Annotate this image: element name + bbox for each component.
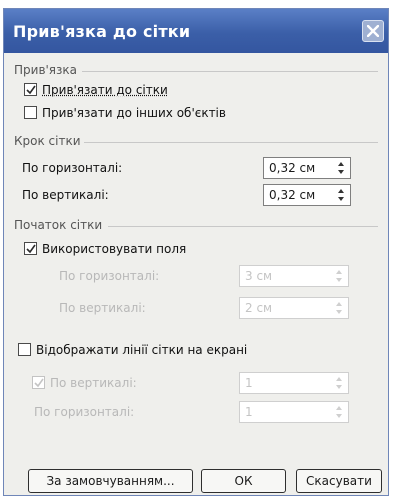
spacing-vertical-label: По вертикалі: (22, 188, 109, 202)
origin-horizontal-value: 3 см (245, 269, 273, 283)
title-bar: Прив'язка до сітки (4, 9, 388, 53)
snap-section-label: Прив'язка (14, 63, 78, 77)
spacing-horizontal-spinner[interactable]: 0,32 см (263, 157, 351, 179)
display-vertical-spinner[interactable]: 1 (239, 372, 349, 394)
close-icon (367, 25, 379, 37)
origin-section-label: Початок сітки (14, 218, 103, 232)
spin-arrows-icon (336, 406, 342, 418)
snap-to-grid-checkbox[interactable] (24, 83, 37, 96)
spin-arrows-icon[interactable] (334, 159, 348, 177)
ok-button[interactable]: ОК (201, 469, 286, 493)
display-vertical-value: 1 (245, 376, 253, 390)
checkmark-icon (34, 378, 44, 388)
display-horizontal-spinner[interactable]: 1 (239, 401, 349, 423)
spin-arrows-icon (336, 270, 342, 282)
spin-arrows-icon (336, 377, 342, 389)
origin-section-divider (108, 226, 378, 227)
snap-section-divider (82, 71, 378, 72)
checkmark-icon (26, 244, 36, 254)
spacing-vertical-value: 0,32 см (269, 188, 316, 202)
snap-to-objects-label[interactable]: Прив'язати до інших об'єктів (42, 106, 226, 120)
spacing-horizontal-label: По горизонталі: (22, 161, 123, 175)
close-button[interactable] (362, 20, 384, 42)
display-vertical-checkbox[interactable] (32, 376, 45, 389)
spacing-section-label: Крок сітки (14, 134, 81, 148)
display-vertical-label: По вертикалі: (50, 376, 137, 390)
spin-arrows-icon[interactable] (334, 186, 348, 204)
show-gridlines-label[interactable]: Відображати лінії сітки на екрані (36, 343, 247, 357)
snap-to-objects-checkbox[interactable] (24, 106, 37, 119)
origin-horizontal-spinner[interactable]: 3 см (239, 265, 349, 287)
display-horizontal-value: 1 (245, 405, 253, 419)
snap-to-grid-label[interactable]: Прив'язати до сітки (42, 83, 168, 97)
origin-vertical-label: По вертикалі: (59, 301, 146, 315)
use-margins-label[interactable]: Використовувати поля (42, 242, 186, 256)
cancel-button[interactable]: Скасувати (296, 469, 382, 493)
spin-arrows-icon (336, 302, 342, 314)
use-margins-checkbox[interactable] (24, 242, 37, 255)
spacing-horizontal-value: 0,32 см (269, 161, 316, 175)
snap-to-grid-dialog: Прив'язка до сітки Прив'язка Прив'язати … (3, 8, 389, 496)
origin-horizontal-label: По горизонталі: (59, 269, 160, 283)
spacing-section-divider (84, 142, 378, 143)
spacing-vertical-spinner[interactable]: 0,32 см (263, 184, 351, 206)
checkmark-icon (26, 85, 36, 95)
show-gridlines-checkbox[interactable] (18, 343, 31, 356)
display-horizontal-label: По горизонталі: (34, 405, 135, 419)
dialog-title: Прив'язка до сітки (13, 22, 191, 41)
set-default-button[interactable]: За замовчуванням... (28, 469, 193, 493)
origin-vertical-spinner[interactable]: 2 см (239, 297, 349, 319)
origin-vertical-value: 2 см (245, 301, 273, 315)
